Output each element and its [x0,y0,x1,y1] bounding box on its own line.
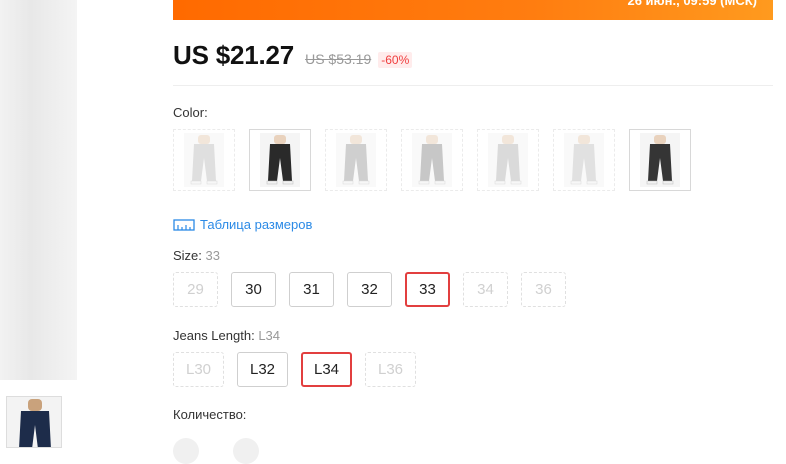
color-swatch[interactable] [401,129,463,191]
color-options [173,129,705,191]
quantity-increase-button[interactable] [233,438,259,464]
quantity-label: Количество: [173,407,247,422]
price-block: US $21.27 US $53.19 -60% [173,40,413,71]
ruler-icon [173,218,195,231]
length-option-l32[interactable]: L32 [237,352,288,387]
pants-image [412,133,452,187]
size-option-31[interactable]: 31 [289,272,334,307]
color-swatch[interactable] [325,129,387,191]
color-swatch[interactable] [249,129,311,191]
length-option-l36[interactable]: L36 [365,352,416,387]
banner-deadline-text: 26 июн., 09:59 (МСК) [627,0,757,8]
color-swatch[interactable] [629,129,691,191]
color-swatch[interactable] [477,129,539,191]
pants-image [640,133,680,187]
size-selected-value: 33 [205,248,220,263]
length-option-l34[interactable]: L34 [301,352,352,387]
length-options: L30 L32 L34 L36 [173,352,429,387]
length-option-l30[interactable]: L30 [173,352,224,387]
size-options: 29 30 31 32 33 34 36 [173,272,579,307]
length-selected-value: L34 [258,328,281,343]
jeans-thumbnail-image [7,397,61,447]
size-option-36[interactable]: 36 [521,272,566,307]
length-label-text: Jeans Length: [173,328,255,343]
current-price: US $21.27 [173,40,295,70]
promo-banner: 26 июн., 09:59 (МСК) [173,0,773,20]
quantity-decrease-button[interactable] [173,438,199,464]
size-label: Size: 33 [173,248,220,263]
gallery-thumbnail[interactable] [6,396,62,448]
pants-image [564,133,604,187]
pants-image [336,133,376,187]
color-label: Color: [173,105,208,120]
pants-image [260,133,300,187]
color-swatch[interactable] [173,129,235,191]
divider [173,85,773,86]
original-price: US $53.19 [305,51,372,67]
size-option-33[interactable]: 33 [405,272,450,307]
length-label: Jeans Length: L34 [173,328,280,343]
discount-badge: -60% [378,52,413,68]
size-label-text: Size: [173,248,202,263]
pants-image [184,133,224,187]
size-option-29[interactable]: 29 [173,272,218,307]
size-option-30[interactable]: 30 [231,272,276,307]
pants-image [488,133,528,187]
color-swatch[interactable] [553,129,615,191]
size-option-34[interactable]: 34 [463,272,508,307]
size-chart-label: Таблица размеров [200,217,313,232]
size-option-32[interactable]: 32 [347,272,392,307]
main-product-image [0,0,77,380]
size-chart-link[interactable]: Таблица размеров [173,217,312,232]
